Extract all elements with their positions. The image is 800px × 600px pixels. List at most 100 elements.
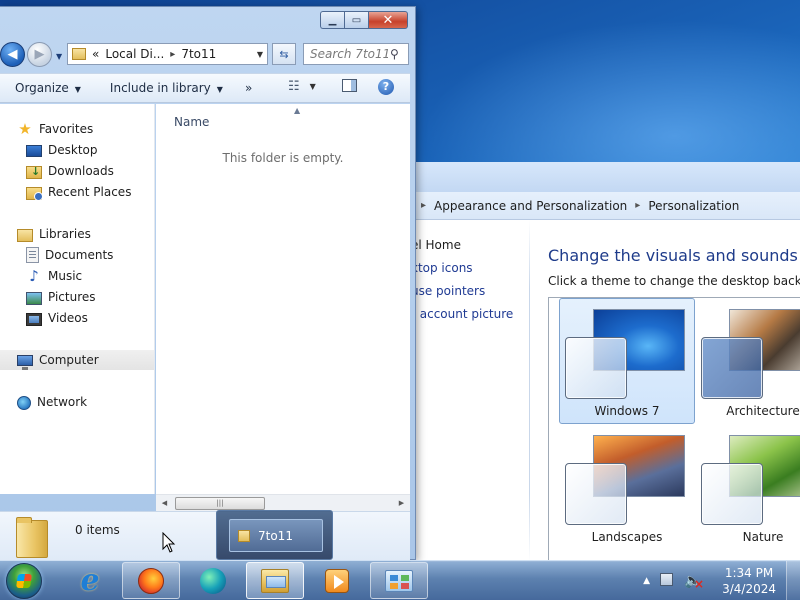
thumbnail-window-item[interactable]: 7to11 xyxy=(229,519,323,552)
nav-desktop[interactable]: Desktop xyxy=(26,140,98,160)
scroll-left-icon[interactable]: ◀ xyxy=(156,499,173,507)
nav-libraries[interactable]: Libraries xyxy=(17,224,91,244)
address-overflow[interactable]: « xyxy=(92,47,99,61)
show-desktop-button[interactable] xyxy=(786,561,800,600)
nav-favorites[interactable]: ★ Favorites xyxy=(17,119,93,139)
navigation-pane[interactable]: ★ Favorites Desktop Downloads Recent Plac… xyxy=(0,104,155,494)
recent-places-icon xyxy=(26,186,43,201)
nav-computer[interactable]: Computer xyxy=(0,350,154,370)
theme-landscapes[interactable]: Landscapes xyxy=(559,424,695,550)
scrollbar-thumb[interactable]: ||| xyxy=(175,497,265,510)
breadcrumb-appearance[interactable]: Appearance and Personalization xyxy=(434,199,627,213)
file-list[interactable]: ▲ Name This folder is empty. xyxy=(156,104,410,494)
taskbar-control-panel[interactable] xyxy=(370,562,428,599)
nav-videos[interactable]: Videos xyxy=(26,308,88,328)
pane-divider xyxy=(529,220,530,562)
videos-icon xyxy=(26,312,42,326)
pictures-icon xyxy=(26,291,42,305)
theme-list[interactable]: Windows 7 Architecture Landscapes Nature xyxy=(548,297,800,561)
taskbar-firefox[interactable] xyxy=(122,562,180,599)
network-status-button[interactable] xyxy=(660,573,676,589)
search-input[interactable] xyxy=(310,47,388,61)
more-commands-button[interactable]: » xyxy=(223,81,252,95)
control-panel-home-link[interactable]: el Home xyxy=(411,238,529,261)
notification-area: ▲ 🔈 1:34 PM 3/4/2024 xyxy=(643,561,800,600)
theme-glass-swatch xyxy=(701,463,763,525)
breadcrumb-personalization[interactable]: Personalization xyxy=(648,199,739,213)
address-dropdown-icon[interactable]: ▼ xyxy=(257,50,263,59)
network-icon xyxy=(17,395,31,410)
preview-pane-button[interactable] xyxy=(342,79,357,92)
theme-name: Landscapes xyxy=(591,530,663,544)
volume-muted-icon[interactable]: 🔈 xyxy=(684,573,704,592)
recent-pages-dropdown-icon[interactable]: ▼ xyxy=(56,52,62,61)
column-header-name[interactable]: Name xyxy=(174,115,209,129)
personalization-address-bar[interactable]: ▸ Appearance and Personalization ▸ Perso… xyxy=(411,192,800,220)
nav-label: Computer xyxy=(39,353,99,367)
close-icon: ✕ xyxy=(382,12,394,28)
explorer-window[interactable]: ▁ ▭ ✕ ◀ ▶ ▼ « Local Di... ▸ 7to11 ▼ ⇆ ⚲ … xyxy=(0,6,416,561)
back-button[interactable]: ◀ xyxy=(0,42,25,67)
window-controls: ▁ ▭ ✕ xyxy=(320,11,408,29)
taskbar-edge[interactable] xyxy=(184,562,242,599)
breadcrumb-7to11[interactable]: 7to11 xyxy=(181,47,216,61)
nav-documents[interactable]: Documents xyxy=(26,245,113,265)
taskbar-media-player[interactable] xyxy=(308,562,366,599)
personalization-window[interactable]: ▸ Appearance and Personalization ▸ Perso… xyxy=(410,162,800,562)
personalization-tasks-pane: el Home ktop icons use pointers r accoun… xyxy=(411,220,529,562)
desktop-icons-link[interactable]: ktop icons xyxy=(411,261,529,284)
refresh-icon: ⇆ xyxy=(279,47,289,61)
taskbar-windows-explorer[interactable] xyxy=(246,562,304,599)
theme-nature[interactable]: Nature xyxy=(695,424,800,550)
forward-button[interactable]: ▶ xyxy=(27,42,52,67)
nav-network[interactable]: Network xyxy=(17,392,87,412)
search-icon[interactable]: ⚲ xyxy=(390,47,399,61)
back-arrow-icon: ◀ xyxy=(7,47,18,62)
control-panel-icon xyxy=(385,569,413,592)
breadcrumb-separator-icon: ▸ xyxy=(635,200,641,211)
mouse-cursor-icon xyxy=(162,532,176,553)
horizontal-scrollbar[interactable]: ◀ ||| ▶ xyxy=(156,494,410,511)
show-hidden-icons-icon[interactable]: ▲ xyxy=(643,576,650,586)
view-options-button[interactable]: ☷ ▼ xyxy=(288,79,316,94)
include-in-library-button[interactable]: Include in library ▼ xyxy=(81,81,223,95)
close-button[interactable]: ✕ xyxy=(368,11,408,29)
address-bar[interactable]: « Local Di... ▸ 7to11 ▼ xyxy=(67,43,268,65)
folder-icon xyxy=(238,529,250,542)
navigation-bar: ◀ ▶ ▼ « Local Di... ▸ 7to11 ▼ ⇆ ⚲ xyxy=(0,39,415,69)
item-count: 0 items xyxy=(75,523,120,537)
details-pane: 0 items xyxy=(0,511,410,561)
nav-downloads[interactable]: Downloads xyxy=(26,161,114,181)
internet-explorer-icon: e xyxy=(80,563,100,598)
account-picture-link[interactable]: r account picture xyxy=(411,307,529,330)
page-subtitle: Click a theme to change the desktop back… xyxy=(548,274,800,288)
mouse-pointers-link[interactable]: use pointers xyxy=(411,284,529,307)
scroll-right-icon[interactable]: ▶ xyxy=(393,499,410,507)
folder-icon xyxy=(72,48,86,60)
search-box[interactable]: ⚲ xyxy=(303,43,409,65)
minimize-icon: ▁ xyxy=(328,14,337,26)
taskbar-internet-explorer[interactable]: e xyxy=(61,562,119,599)
firefox-icon xyxy=(138,567,164,594)
nav-pictures[interactable]: Pictures xyxy=(26,287,96,307)
downloads-icon xyxy=(26,165,42,179)
command-bar: Organize ▼ Include in library ▼ » ☷ ▼ ? xyxy=(0,73,410,103)
organize-button[interactable]: Organize ▼ xyxy=(0,81,81,95)
personalization-titlebar[interactable] xyxy=(411,162,800,192)
breadcrumb-local-disk[interactable]: Local Di... xyxy=(105,47,164,61)
theme-windows-7[interactable]: Windows 7 xyxy=(559,298,695,424)
taskbar-thumbnail-preview[interactable]: 7to11 xyxy=(216,510,333,560)
refresh-button[interactable]: ⇆ xyxy=(272,43,296,65)
system-clock[interactable]: 1:34 PM 3/4/2024 xyxy=(722,565,776,597)
nav-music[interactable]: ♪ Music xyxy=(26,266,82,286)
theme-architecture[interactable]: Architecture xyxy=(695,298,800,424)
maximize-button[interactable]: ▭ xyxy=(344,11,368,29)
breadcrumb-separator-icon[interactable]: ▸ xyxy=(170,49,175,60)
start-button[interactable] xyxy=(6,563,42,599)
breadcrumb-separator-icon: ▸ xyxy=(421,200,427,211)
chevron-down-icon: ▼ xyxy=(309,82,316,91)
help-button[interactable]: ? xyxy=(378,79,394,95)
nav-recent-places[interactable]: Recent Places xyxy=(26,182,131,202)
minimize-button[interactable]: ▁ xyxy=(320,11,344,29)
thumbnail-title: 7to11 xyxy=(258,528,293,543)
